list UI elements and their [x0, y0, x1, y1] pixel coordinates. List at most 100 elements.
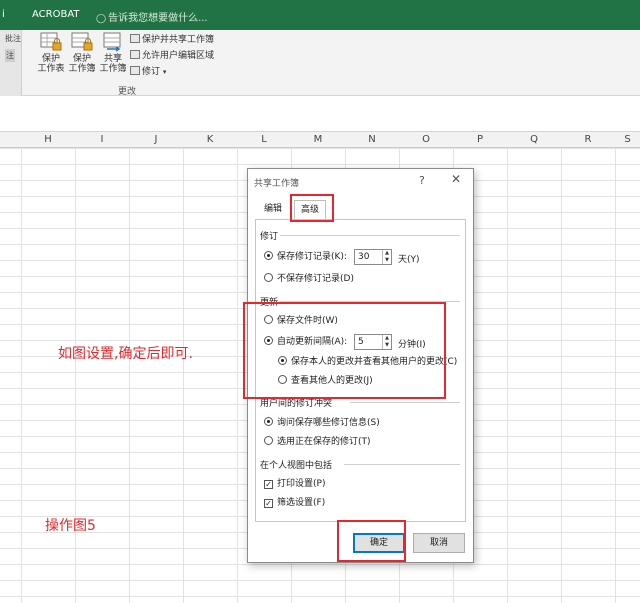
saving-wins-label: 选用正在保存的修订(T)	[277, 437, 371, 447]
column-header-row: H I J K L M N O P Q R S	[0, 132, 640, 148]
instruction-note: 如图设置,确定后即可.	[58, 346, 193, 362]
radio-unselected[interactable]	[264, 436, 273, 445]
keep-history-option[interactable]: 保存修订记录(K):	[264, 251, 347, 263]
radio-selected[interactable]	[264, 417, 273, 426]
radio-selected[interactable]	[264, 251, 273, 260]
advanced-panel: 修订 保存修订记录(K): 30 ▲ ▼ 天(Y) 不保存修订记录(D) 更新 保…	[255, 219, 466, 522]
protect-workbook-label-2: 工作簿	[68, 64, 96, 74]
spinner-arrows-icon[interactable]: ▲ ▼	[382, 250, 391, 264]
column-header[interactable]: I	[75, 134, 129, 145]
ask-option[interactable]: 询问保存哪些修订信息(S)	[264, 417, 380, 429]
ribbon-review: 批注 注 保护 工作表 保护 工作簿 共享 工作簿 保护并共享工作簿 允许用户编…	[0, 30, 640, 97]
protect-workbook-icon	[71, 32, 93, 51]
days-unit-label: 天(Y)	[398, 255, 420, 265]
radio-unselected[interactable]	[264, 273, 273, 282]
personal-section-heading: 在个人视图中包括	[260, 461, 333, 471]
update-on-save-option[interactable]: 保存文件时(W)	[264, 315, 338, 327]
share-workbook-button[interactable]: 共享 工作簿	[98, 32, 128, 74]
filter-settings-label: 筛选设置(F)	[277, 498, 326, 508]
column-header[interactable]: J	[129, 134, 183, 145]
tab-edit[interactable]: 编辑	[258, 200, 288, 219]
keep-history-label: 保存修订记录(K):	[277, 252, 347, 262]
radio-selected[interactable]	[264, 336, 273, 345]
dialog-tabs: 编辑 高级	[248, 197, 475, 219]
ok-button[interactable]: 确定	[353, 533, 405, 553]
track-changes-button[interactable]: 修订 ▾	[130, 64, 166, 77]
radio-unselected[interactable]	[278, 375, 287, 384]
cancel-button[interactable]: 取消	[413, 533, 465, 553]
ribbon-tab-acrobat[interactable]: ACROBAT	[32, 9, 80, 20]
auto-update-option[interactable]: 自动更新间隔(A):	[264, 336, 347, 348]
close-icon[interactable]: ✕	[451, 172, 461, 186]
protect-workbook-button[interactable]: 保护 工作簿	[67, 32, 97, 74]
column-header[interactable]: K	[183, 134, 237, 145]
tell-me-box[interactable]: ◯ 告诉我您想要做什么...	[96, 9, 208, 24]
share-workbook-icon	[103, 32, 121, 52]
tab-advanced[interactable]: 高级	[294, 200, 327, 219]
figure-caption: 操作图5	[45, 518, 96, 534]
allow-edit-ranges-button[interactable]: 允许用户编辑区域	[130, 48, 214, 61]
just-see-label: 查看其他人的更改(J)	[291, 376, 373, 386]
checkbox-checked[interactable]: ✓	[264, 480, 273, 489]
radio-unselected[interactable]	[264, 315, 273, 324]
chevron-down-icon: ▾	[162, 68, 167, 76]
just-see-option[interactable]: 查看其他人的更改(J)	[278, 375, 373, 387]
divider	[350, 402, 460, 403]
print-settings-label: 打印设置(P)	[277, 479, 326, 489]
auto-update-label: 自动更新间隔(A):	[277, 337, 348, 347]
update-minutes-spinner[interactable]: 5 ▲ ▼	[354, 334, 392, 350]
minutes-unit-label: 分钟(I)	[398, 340, 426, 350]
ribbon-title-bar: i ACROBAT ◯ 告诉我您想要做什么...	[0, 0, 640, 30]
column-header[interactable]: P	[453, 134, 507, 145]
ribbon-left-partial: 批注 注	[0, 30, 22, 96]
comment-button-partial[interactable]: 注	[5, 49, 15, 62]
print-settings-option[interactable]: ✓ 打印设置(P)	[264, 478, 325, 490]
protect-and-share-button[interactable]: 保护并共享工作簿	[130, 32, 214, 45]
spinner-arrows-icon[interactable]: ▲ ▼	[382, 335, 391, 349]
no-history-option[interactable]: 不保存修订记录(D)	[264, 273, 354, 285]
keep-days-spinner[interactable]: 30 ▲ ▼	[354, 249, 392, 265]
allow-edit-label: 允许用户编辑区域	[142, 51, 215, 61]
ask-label: 询问保存哪些修订信息(S)	[277, 418, 380, 428]
protect-workbook-label-1: 保护	[72, 54, 91, 64]
column-header[interactable]: N	[345, 134, 399, 145]
protect-share-icon	[130, 34, 140, 43]
update-on-save-label: 保存文件时(W)	[277, 316, 338, 326]
share-workbook-label-1: 共享	[103, 54, 122, 64]
share-workbook-dialog: 共享工作簿 ? ✕ 编辑 高级 修订 保存修订记录(K): 30 ▲ ▼ 天(Y)…	[247, 168, 474, 563]
share-workbook-label-2: 工作簿	[99, 64, 127, 74]
tell-me-text: 告诉我您想要做什么...	[108, 13, 208, 24]
saving-wins-option[interactable]: 选用正在保存的修订(T)	[264, 436, 371, 448]
column-header[interactable]: Q	[507, 134, 561, 145]
help-button[interactable]: ?	[419, 174, 425, 187]
column-header[interactable]: R	[561, 134, 615, 145]
divider	[280, 235, 460, 236]
protect-sheet-icon	[40, 32, 62, 51]
checkbox-checked[interactable]: ✓	[264, 499, 273, 508]
keep-days-value: 30	[358, 252, 370, 262]
update-section-heading: 更新	[260, 298, 279, 308]
radio-selected[interactable]	[278, 356, 287, 365]
divider	[344, 464, 460, 465]
protect-sheet-label-1: 保护	[41, 54, 60, 64]
track-section-heading: 修订	[260, 232, 279, 242]
column-header[interactable]: H	[21, 134, 75, 145]
filter-settings-option[interactable]: ✓ 筛选设置(F)	[264, 497, 325, 509]
formula-area	[0, 96, 640, 132]
update-minutes-value: 5	[358, 337, 364, 347]
protect-sheet-label-2: 工作表	[37, 64, 65, 74]
protect-sheet-button[interactable]: 保护 工作表	[36, 32, 66, 74]
ribbon-tab-partial[interactable]: i	[2, 9, 5, 20]
conflict-section-heading: 用户间的修订冲突	[260, 399, 333, 409]
column-header[interactable]: L	[237, 134, 291, 145]
allow-edit-icon	[130, 50, 140, 59]
track-changes-label: 修订	[142, 67, 161, 77]
save-and-see-label: 保存本人的更改并查看其他用户的更改(C)	[291, 357, 458, 367]
no-history-label: 不保存修订记录(D)	[277, 274, 354, 284]
column-header[interactable]: S	[615, 134, 640, 145]
column-header[interactable]: M	[291, 134, 345, 145]
divider	[280, 301, 460, 302]
dialog-title: 共享工作簿	[254, 179, 300, 189]
save-and-see-option[interactable]: 保存本人的更改并查看其他用户的更改(C)	[278, 356, 457, 368]
column-header[interactable]: O	[399, 134, 453, 145]
